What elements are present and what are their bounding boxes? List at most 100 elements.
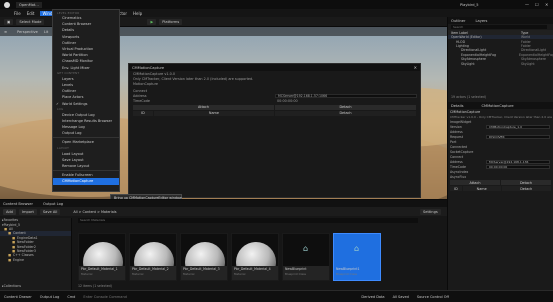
select-mode-button[interactable]: Select Mode <box>16 18 45 25</box>
collections-header[interactable]: ▸ Collections <box>0 284 21 288</box>
output-log-button[interactable]: Output Log <box>40 295 60 299</box>
asset-tile[interactable]: Pbr_Default_Material_4 Material <box>231 233 279 281</box>
attach-button[interactable]: Attach <box>133 104 274 110</box>
details-row-value[interactable]: DISCOVER <box>486 134 550 139</box>
folder-icon: ■ <box>8 231 12 236</box>
material-sphere-icon <box>236 242 276 266</box>
asset-type: Blueprint Class <box>285 272 307 276</box>
detach-button[interactable]: Detach <box>275 104 416 110</box>
outliner-search-input[interactable]: Search <box>451 24 547 30</box>
details-panel: Details CMMotionCapture CMMotionCapture … <box>447 102 553 290</box>
folder-item[interactable]: ■ Engine <box>0 258 71 262</box>
outliner-footer: 19 actors (1 selected) <box>451 95 486 99</box>
asset-type: Material <box>81 272 93 276</box>
tab-details[interactable]: Details <box>451 104 463 108</box>
all-saved-indicator[interactable]: All Saved <box>393 295 409 299</box>
folder-icon: ■ <box>4 226 8 231</box>
derived-data-button[interactable]: Derived Data <box>361 295 384 299</box>
import-button[interactable]: Import <box>18 208 37 215</box>
tab-output-log[interactable]: Output Log <box>43 202 63 206</box>
outliner-header-type[interactable]: Type <box>521 31 528 35</box>
asset-tile[interactable]: Pbr_Default_Material_3 Material <box>180 233 228 281</box>
asset-tile[interactable]: Pbr_Default_Material_1 Material <box>78 233 126 281</box>
details-row-label: TimeCode <box>450 164 466 169</box>
details-row-value[interactable]: MCServer@192.168.1.136 <box>486 159 550 164</box>
menu-item-env-light-mixer[interactable]: Env. Light Mixer <box>53 65 119 71</box>
menu-item-label: Output Log <box>62 131 82 136</box>
console-input[interactable]: Enter Console Command <box>83 295 203 299</box>
save-icon[interactable]: ▣ <box>4 18 14 25</box>
cm-motion-capture-window: CMMotionCapture ✕ CMMotionCapture v1.0.0… <box>128 63 421 198</box>
tab-cm-details[interactable]: CMMotionCapture <box>481 104 513 108</box>
menu-item-label: Virtual Production <box>62 47 94 52</box>
source-control-button[interactable]: Source Control Off <box>417 295 449 299</box>
asset-search-input[interactable]: Search Materials <box>78 218 418 223</box>
details-col-id: ID <box>450 186 462 191</box>
breadcrumb[interactable]: All > Content > Materials <box>73 210 116 214</box>
maximize-icon[interactable]: ☐ <box>535 2 539 7</box>
outliner-row-label: DirectionalLight <box>461 48 487 53</box>
details-col-detach: Detach <box>501 186 551 191</box>
perspective-button[interactable]: Perspective <box>17 30 38 34</box>
add-button[interactable]: Add <box>3 208 16 215</box>
content-drawer-button[interactable]: Content Drawer <box>4 295 32 299</box>
details-row-label: Address <box>450 159 463 164</box>
unreal-logo-icon <box>4 1 10 8</box>
asset-thumbnail: ⌂ <box>283 234 329 266</box>
cb-settings-button[interactable]: Settings <box>420 208 441 215</box>
sources-panel: ▸ Favorites ▾ Playbird_5 ■ All ■ Content ■ En… <box>0 218 72 290</box>
menu-item-output-log[interactable]: Output Log <box>53 130 119 136</box>
menu-item-label: Open Marketplace <box>62 140 94 145</box>
address-input[interactable]: MCServer@192.168.1.57:1066 <box>275 94 417 99</box>
menu-divider <box>53 170 119 172</box>
save-all-button[interactable]: Save All <box>39 208 61 215</box>
outliner-header-label[interactable]: Item Label <box>451 31 521 35</box>
asset-count: 12 items (1 selected) <box>78 284 112 288</box>
menu-edit[interactable]: Edit <box>27 11 35 16</box>
menu-item-world-settings[interactable]: World Settings ✓ <box>53 100 119 106</box>
cm-window-close-icon[interactable]: ✕ <box>414 65 417 70</box>
menu-item-label: Save Layout <box>62 157 84 162</box>
details-row-value[interactable]: 00:00:00:00 <box>486 164 550 169</box>
cmd-label[interactable]: Cmd <box>67 295 75 299</box>
outliner-row-type: ExponentialHeightFog <box>519 52 553 57</box>
minimize-icon[interactable]: — <box>525 2 529 7</box>
close-icon[interactable]: ✕ <box>545 2 548 7</box>
details-row-value[interactable]: CMMotionCapture_1.0 <box>486 124 550 129</box>
menu-item-label: Outliner <box>62 40 77 45</box>
details-row-label: Connect <box>450 154 464 159</box>
platforms-button[interactable]: Platforms <box>159 18 183 25</box>
details-attach-button[interactable]: Attach <box>450 180 500 185</box>
outliner-row-type: Folder <box>521 43 531 48</box>
window-title: Playbird_5 <box>460 2 479 7</box>
details-row-label: AsyncIndex <box>450 169 469 174</box>
details-col-name: Name <box>462 186 501 191</box>
menu-item-label: Outliner <box>62 89 77 94</box>
project-tab[interactable]: OpenMot... <box>16 1 42 8</box>
menu-item-label: World Settings <box>62 101 88 106</box>
tab-outliner[interactable]: Outliner <box>451 19 465 23</box>
outliner-row[interactable]: SkyLight SkyLight <box>448 61 553 66</box>
details-detach-button[interactable]: Detach <box>501 180 551 185</box>
menu-item-open-marketplace[interactable]: Open Marketplace <box>53 139 119 145</box>
outliner-row-label: Lighting <box>456 43 469 48</box>
play-button[interactable]: ▶ <box>147 18 157 25</box>
tab-content-browser[interactable]: Content Browser <box>3 202 33 206</box>
lit-button[interactable]: Lit <box>44 30 48 34</box>
menu-item-label: Layers <box>62 76 74 81</box>
tab-layers[interactable]: Layers <box>475 19 487 23</box>
asset-tile[interactable]: ⌂ NewBlueprint Blueprint Class <box>282 233 330 281</box>
outliner-row-type: World <box>521 35 531 40</box>
content-browser-toolbar: Add Import Save All All > Content > Mate… <box>0 207 447 216</box>
address-label: Address <box>133 94 147 99</box>
menu-item-label: Interchange Results Browser <box>62 118 113 123</box>
asset-tile[interactable]: ⌂ NewBlueprint1 Blueprint Class <box>333 233 381 281</box>
asset-tile[interactable]: Pbr_Default_Material_2 Material <box>129 233 177 281</box>
menu-item-cmmotioncapture[interactable]: CMMotionCapture <box>53 178 119 185</box>
folder-label: All <box>9 226 13 231</box>
viewport-menu-icon[interactable]: ≡ <box>4 30 7 34</box>
menu-item-remove-layout[interactable]: Remove Layout <box>53 163 119 169</box>
menu-help[interactable]: Help <box>133 11 142 16</box>
menu-file[interactable]: File <box>14 11 21 16</box>
details-row-label: ImageWidget <box>450 119 472 124</box>
